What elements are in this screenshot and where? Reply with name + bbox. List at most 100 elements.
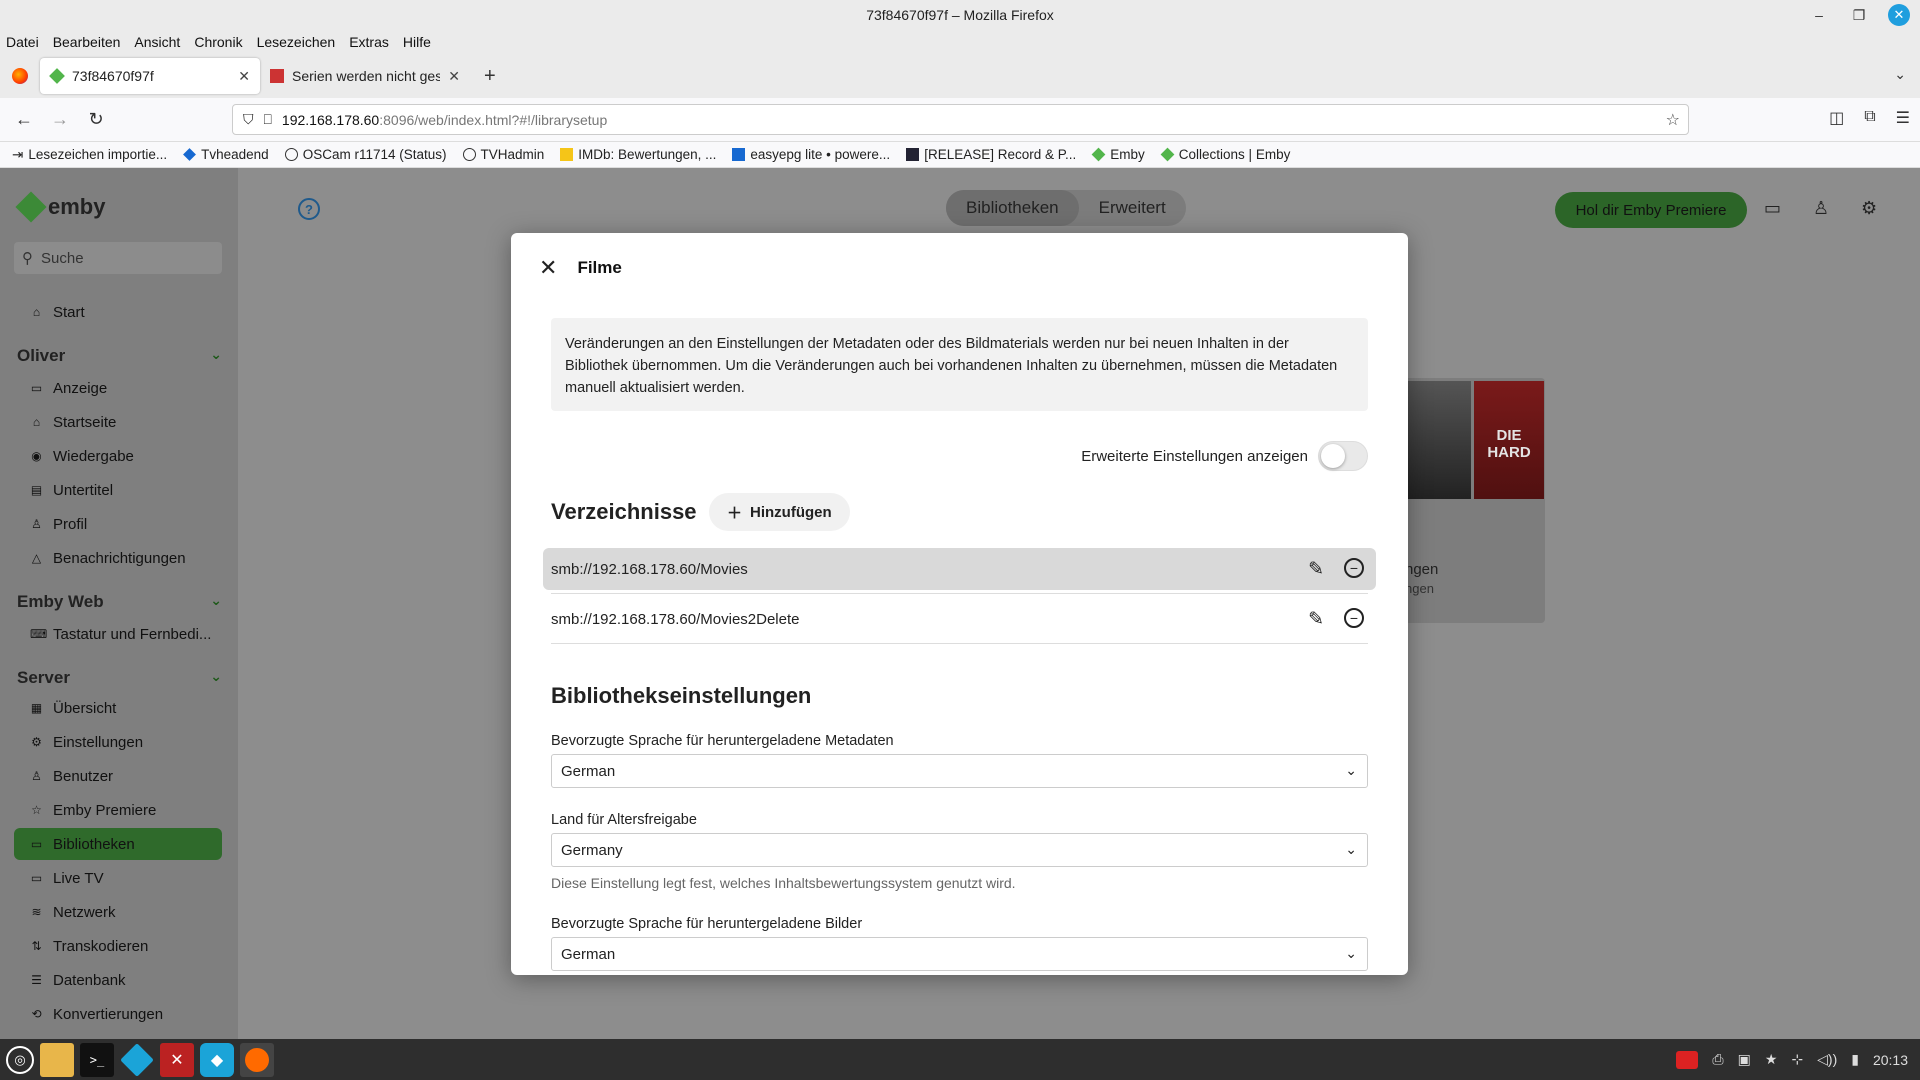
pencil-icon[interactable]: ✎ bbox=[1308, 558, 1324, 581]
advanced-settings-toggle[interactable] bbox=[1318, 441, 1368, 471]
section-server[interactable]: Server ⌄ bbox=[17, 668, 222, 688]
bookmark-item[interactable]: IMDb: Bewertungen, ... bbox=[560, 147, 716, 162]
printer-icon[interactable]: ⎙ bbox=[1712, 1051, 1723, 1068]
bookmark-item[interactable]: OSCam r11714 (Status) bbox=[284, 147, 447, 162]
sidebar-item-emby-premiere[interactable]: ☆ Emby Premiere bbox=[14, 794, 222, 826]
menu-datei[interactable]: Datei bbox=[6, 34, 39, 50]
sidebar-item-untertitel[interactable]: ▤ Untertitel bbox=[14, 474, 222, 506]
pocket-icon[interactable]: ◫ bbox=[1829, 108, 1844, 128]
emby-premiere-button[interactable]: Hol dir Emby Premiere bbox=[1555, 192, 1747, 228]
volume-icon[interactable]: ◁)) bbox=[1817, 1051, 1837, 1068]
clock[interactable]: 20:13 bbox=[1873, 1052, 1908, 1068]
reload-icon[interactable]: ↻ bbox=[78, 109, 114, 130]
menu-chronik[interactable]: Chronik bbox=[194, 34, 242, 50]
firefox-icon[interactable] bbox=[12, 68, 28, 84]
tab-close-icon[interactable]: ✕ bbox=[238, 68, 250, 85]
metadata-language-select[interactable]: German ⌄ bbox=[551, 754, 1368, 788]
tab-bibliotheken[interactable]: Bibliotheken bbox=[946, 190, 1079, 226]
close-icon[interactable]: ✕ bbox=[539, 255, 557, 281]
bookmark-item[interactable]: [RELEASE] Record & P... bbox=[906, 147, 1076, 162]
kodi-blue-icon[interactable]: ◆ bbox=[200, 1042, 234, 1077]
files-icon[interactable] bbox=[40, 1042, 74, 1077]
tab-list-chevron-icon[interactable]: ⌄ bbox=[1894, 66, 1906, 83]
bookmark-item[interactable]: TVHadmin bbox=[462, 147, 544, 162]
home-icon: ⌂ bbox=[32, 415, 41, 429]
mint-menu-icon[interactable]: ◎ bbox=[6, 1045, 34, 1074]
bookmark-item[interactable]: ⇥ Lesezeichen importie... bbox=[12, 147, 167, 163]
cast-icon[interactable]: ▭ bbox=[1764, 198, 1781, 219]
database-icon: ☰ bbox=[31, 973, 42, 987]
remove-circle-icon[interactable]: − bbox=[1344, 607, 1364, 628]
url-bar[interactable]: ⛉ ⎕ 192.168.178.60:8096/web/index.html?#… bbox=[232, 104, 1689, 135]
sidebar-item-start[interactable]: ⌂ Start bbox=[14, 296, 222, 328]
sidebar-item-transkodieren[interactable]: ⇅ Transkodieren bbox=[14, 930, 222, 962]
minimize-icon[interactable]: – bbox=[1808, 4, 1830, 26]
sidebar-item-konvertierungen[interactable]: ⟲ Konvertierungen bbox=[14, 998, 222, 1030]
emby-logo[interactable]: emby bbox=[15, 191, 105, 223]
pencil-icon[interactable]: ✎ bbox=[1308, 608, 1324, 631]
menu-lesezeichen[interactable]: Lesezeichen bbox=[257, 34, 336, 50]
back-arrow-icon[interactable]: ← bbox=[6, 109, 42, 130]
sidebar-item-datenbank[interactable]: ☰ Datenbank bbox=[14, 964, 222, 996]
sidebar-item-benachrichtigungen[interactable]: △ Benachrichtigungen bbox=[14, 542, 222, 574]
user-icon[interactable]: ♙ bbox=[1813, 198, 1829, 219]
image-language-select[interactable]: German ⌄ bbox=[551, 937, 1368, 971]
row-divider bbox=[551, 643, 1368, 644]
tab-close-icon[interactable]: ✕ bbox=[448, 68, 460, 85]
settings-gear-icon[interactable]: ⚙ bbox=[1861, 198, 1877, 219]
directory-row[interactable]: smb://192.168.178.60/Movies2Delete ✎ − bbox=[543, 598, 1376, 640]
new-tab-icon[interactable]: + bbox=[484, 65, 496, 88]
sidebar-item-live-tv[interactable]: ▭ Live TV bbox=[14, 862, 222, 894]
tab-inactive[interactable]: Serien werden nicht gescrap ✕ bbox=[260, 58, 470, 94]
directory-row[interactable]: smb://192.168.178.60/Movies ✎ − bbox=[543, 548, 1376, 590]
close-icon[interactable]: ✕ bbox=[1888, 4, 1910, 26]
menu-extras[interactable]: Extras bbox=[349, 34, 389, 50]
remove-circle-icon[interactable]: − bbox=[1344, 557, 1364, 578]
bookmarks-bar: ⇥ Lesezeichen importie... Tvheadend OSCam… bbox=[0, 142, 1920, 168]
anydesk-icon[interactable] bbox=[1676, 1050, 1699, 1069]
menu-ansicht[interactable]: Ansicht bbox=[134, 34, 180, 50]
kodi-icon[interactable] bbox=[120, 1042, 154, 1077]
tab-erweitert[interactable]: Erweitert bbox=[1079, 190, 1186, 226]
section-emby-web[interactable]: Emby Web ⌄ bbox=[17, 592, 222, 612]
forward-arrow-icon[interactable]: → bbox=[42, 109, 78, 130]
sidebar-item-bibliotheken[interactable]: ▭ Bibliotheken bbox=[14, 828, 222, 860]
extensions-icon[interactable]: ⧉ bbox=[1864, 108, 1875, 128]
sidebar-item-tastatur[interactable]: ⌨ Tastatur und Fernbedi... bbox=[14, 618, 222, 650]
page-info-icon[interactable]: ⎕ bbox=[264, 111, 272, 128]
sidebar-item-anzeige[interactable]: ▭ Anzeige bbox=[14, 372, 222, 404]
tab-label: Serien werden nicht gescrap bbox=[292, 68, 441, 84]
sidebar-item-profil[interactable]: ♙ Profil bbox=[14, 508, 222, 540]
bookmark-item[interactable]: Tvheadend bbox=[183, 147, 269, 162]
section-oliver[interactable]: Oliver ⌄ bbox=[17, 346, 222, 366]
hamburger-menu-icon[interactable]: ☰ bbox=[1896, 108, 1910, 128]
sidebar-item-uebersicht[interactable]: ▦ Übersicht bbox=[14, 692, 222, 724]
shield-icon[interactable]: ⛉ bbox=[243, 111, 254, 128]
sidebar-item-wiedergabe[interactable]: ◉ Wiedergabe bbox=[14, 440, 222, 472]
bookmark-item[interactable]: Emby bbox=[1091, 147, 1145, 162]
metadata-notice: Veränderungen an den Einstellungen der M… bbox=[551, 318, 1368, 411]
bookmark-star-icon[interactable]: ☆ bbox=[1666, 110, 1680, 130]
bookmark-item[interactable]: easyepg lite • powere... bbox=[732, 147, 890, 162]
sidebar-item-startseite[interactable]: ⌂ Startseite bbox=[14, 406, 222, 438]
battery-icon[interactable]: ▮ bbox=[1851, 1051, 1859, 1068]
globe-icon bbox=[284, 148, 298, 161]
network-icon[interactable]: ⊹ bbox=[1791, 1051, 1803, 1068]
sidebar-item-benutzer[interactable]: ♙ Benutzer bbox=[14, 760, 222, 792]
terminal-icon[interactable]: >_ bbox=[80, 1042, 114, 1077]
taskbar-firefox[interactable] bbox=[240, 1042, 274, 1077]
xmind-icon[interactable]: ✕ bbox=[160, 1042, 194, 1077]
rating-country-select[interactable]: Germany ⌄ bbox=[551, 833, 1368, 867]
menu-hilfe[interactable]: Hilfe bbox=[403, 34, 431, 50]
clipboard-icon[interactable]: ▣ bbox=[1738, 1051, 1751, 1068]
sidebar-item-einstellungen[interactable]: ⚙ Einstellungen bbox=[14, 726, 222, 758]
bookmark-item[interactable]: Collections | Emby bbox=[1160, 147, 1290, 162]
add-directory-button[interactable]: ＋ Hinzufügen bbox=[709, 493, 850, 531]
maximize-icon[interactable]: ❐ bbox=[1848, 4, 1870, 26]
star-icon[interactable]: ★ bbox=[1765, 1051, 1778, 1068]
sidebar-item-netzwerk[interactable]: ≋ Netzwerk bbox=[14, 896, 222, 928]
help-icon[interactable]: ? bbox=[298, 198, 320, 220]
tab-active[interactable]: 73f84670f97f ✕ bbox=[40, 58, 260, 94]
menu-bearbeiten[interactable]: Bearbeiten bbox=[53, 34, 121, 50]
search-input[interactable]: ⚲ Suche bbox=[14, 242, 222, 274]
